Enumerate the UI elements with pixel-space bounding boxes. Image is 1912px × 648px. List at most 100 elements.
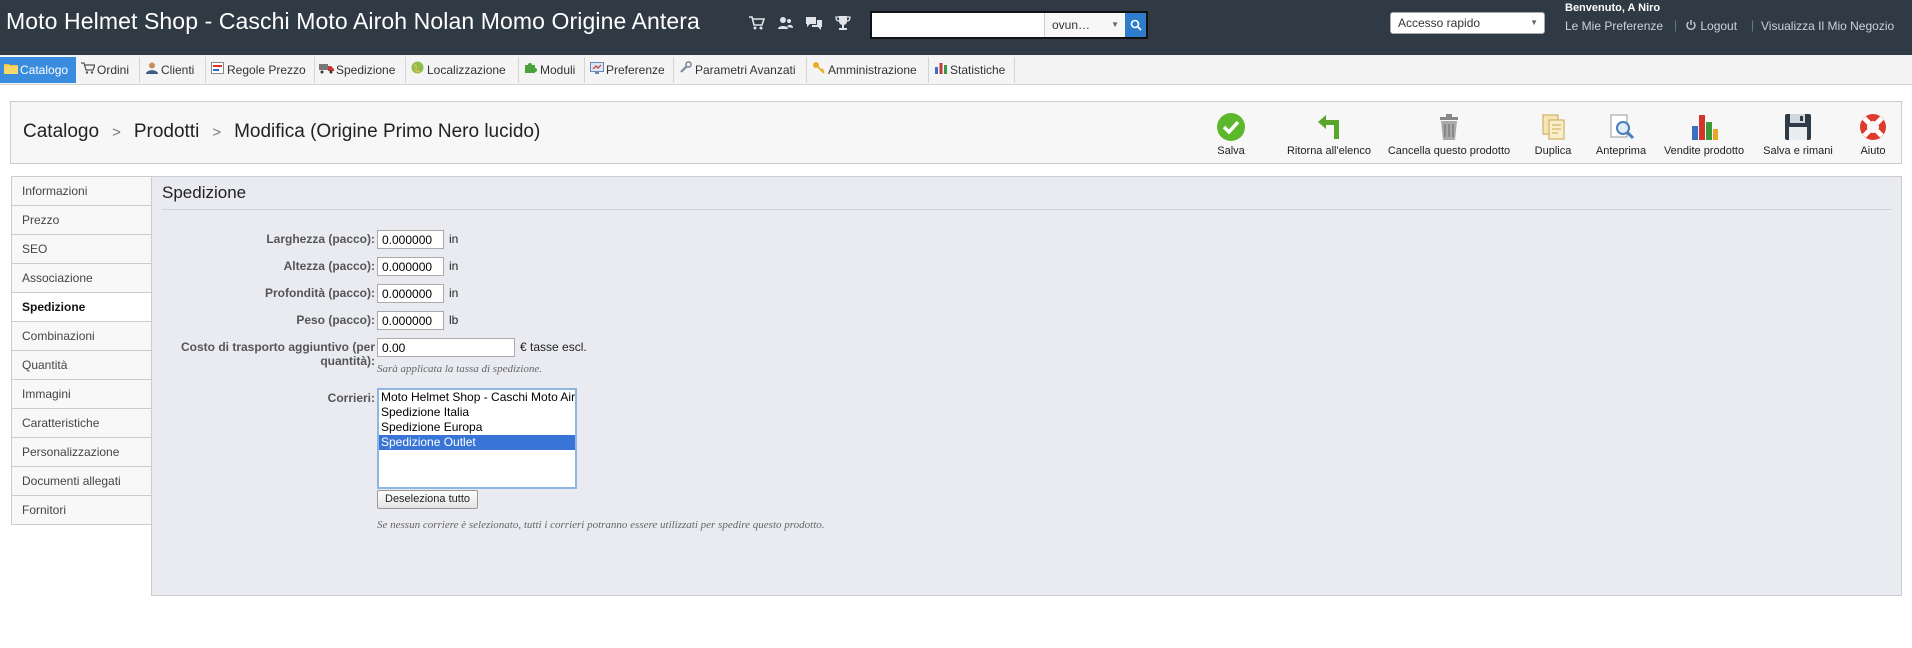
menu-item-label: Moduli	[540, 63, 576, 77]
menu-item-label: Statistiche	[950, 63, 1006, 77]
tab-combinazioni[interactable]: Combinazioni	[12, 322, 151, 351]
menu-item-moduli[interactable]: Moduli	[520, 57, 585, 83]
preview-button[interactable]: Anteprima	[1591, 112, 1651, 160]
search-input[interactable]	[874, 15, 1044, 35]
extra-cost-hint: Sarà applicata la tassa di spedizione.	[377, 363, 542, 375]
tab-immagini[interactable]: Immagini	[12, 380, 151, 409]
globe-icon	[410, 58, 425, 84]
menu-item-label: Catalogo	[20, 63, 69, 77]
delete-product-button[interactable]: Cancella questo prodotto	[1383, 112, 1515, 160]
depth-input[interactable]	[377, 284, 444, 303]
separator: |	[1674, 18, 1678, 32]
cart-icon	[80, 58, 96, 84]
view-shop-link[interactable]: Visualizza Il Mio Negozio	[1761, 19, 1894, 33]
menu-item-statistiche[interactable]: Statistiche	[930, 57, 1015, 83]
menu-item-spedizione[interactable]: Spedizione	[316, 57, 406, 83]
tab-personalizzazione[interactable]: Personalizzazione	[12, 438, 151, 467]
search-button[interactable]	[1125, 13, 1146, 37]
save-and-stay-button[interactable]: Salva e rimani	[1755, 112, 1841, 160]
menu-item-preferenze[interactable]: Preferenze	[586, 57, 674, 83]
preview-icon	[1606, 112, 1636, 142]
help-button[interactable]: Aiuto	[1851, 112, 1895, 160]
carriers-select[interactable]: Moto Helmet Shop - Caschi Moto Airoh Nol…	[377, 388, 577, 489]
menu-item-label: Parametri Avanzati	[695, 63, 796, 77]
puzzle-icon	[523, 58, 538, 84]
menu-item-regole-prezzo[interactable]: Regole Prezzo	[207, 57, 315, 83]
trash-icon	[1434, 112, 1464, 142]
check-icon	[1216, 112, 1246, 142]
logout-label: Logout	[1700, 19, 1738, 33]
duplicate-button[interactable]: Duplica	[1523, 112, 1583, 160]
menu-item-label: Ordini	[97, 63, 130, 77]
messages-icon[interactable]	[805, 14, 823, 32]
tab-prezzo[interactable]: Prezzo	[12, 206, 151, 235]
weight-unit: lb	[449, 313, 459, 327]
customers-icon[interactable]	[776, 14, 794, 32]
chevron-down-icon: ▼	[1111, 20, 1119, 29]
separator: |	[1751, 18, 1755, 32]
back-to-list-button[interactable]: Ritorna all'elenco	[1283, 112, 1375, 160]
tab-spedizione[interactable]: Spedizione	[12, 293, 151, 322]
tab-documenti-allegati[interactable]: Documenti allegati	[12, 467, 151, 496]
width-unit: in	[449, 232, 459, 246]
weight-input[interactable]	[377, 311, 444, 330]
my-preferences-link[interactable]: Le Mie Preferenze	[1565, 19, 1663, 33]
tab-associazione[interactable]: Associazione	[12, 264, 151, 293]
weight-label: Peso (pacco):	[296, 313, 375, 327]
key-icon	[811, 58, 826, 84]
menu-item-clienti[interactable]: Clienti	[141, 57, 206, 83]
search-box: ovun… ▼	[870, 11, 1148, 39]
sales-chart-icon	[1689, 112, 1719, 142]
floppy-icon	[1783, 112, 1813, 142]
welcome-text: Benvenuto, A Niro	[1565, 2, 1661, 14]
save-button[interactable]: Salva	[1207, 112, 1255, 160]
tab-quantita[interactable]: Quantità	[12, 351, 151, 380]
depth-unit: in	[449, 286, 459, 300]
search-icon	[1130, 19, 1142, 34]
height-unit: in	[449, 259, 459, 273]
back-arrow-icon	[1314, 112, 1344, 142]
breadcrumb-prodotti[interactable]: Prodotti	[134, 121, 199, 142]
carrier-option[interactable]: Spedizione Europa	[379, 420, 575, 435]
extra-cost-unit: € tasse escl.	[520, 340, 587, 354]
main-menu: Catalogo Ordini Clienti Regole Prezzo Sp…	[0, 55, 1912, 85]
tab-seo[interactable]: SEO	[12, 235, 151, 264]
shop-title[interactable]: Moto Helmet Shop - Caschi Moto Airoh Nol…	[6, 8, 700, 35]
deselect-all-button[interactable]: Deseleziona tutto	[377, 490, 478, 509]
tab-caratteristiche[interactable]: Caratteristiche	[12, 409, 151, 438]
tab-fornitori[interactable]: Fornitori	[12, 496, 151, 525]
menu-item-label: Clienti	[161, 63, 195, 77]
extra-cost-input[interactable]	[377, 338, 515, 357]
help-label: Aiuto	[1860, 145, 1886, 157]
menu-item-catalogo[interactable]: Catalogo	[0, 57, 76, 83]
product-sales-button[interactable]: Vendite prodotto	[1659, 112, 1749, 160]
duplicate-label: Duplica	[1534, 145, 1572, 157]
height-label: Altezza (pacco):	[283, 259, 375, 273]
carrier-option[interactable]: Moto Helmet Shop - Caschi Moto Airoh Nol…	[379, 390, 575, 405]
breadcrumb-catalogo[interactable]: Catalogo	[23, 121, 99, 142]
power-icon	[1685, 19, 1697, 31]
menu-item-amministrazione[interactable]: Amministrazione	[808, 57, 929, 83]
back-to-list-label: Ritorna all'elenco	[1286, 145, 1372, 157]
save-and-stay-label: Salva e rimani	[1763, 145, 1833, 157]
product-sales-label: Vendite prodotto	[1663, 145, 1745, 157]
menu-item-ordini[interactable]: Ordini	[77, 57, 140, 83]
search-scope-select[interactable]: ovun… ▼	[1044, 13, 1125, 37]
trophy-icon[interactable]	[834, 14, 852, 32]
carrier-option-selected[interactable]: Spedizione Outlet	[379, 435, 575, 450]
menu-item-localizzazione[interactable]: Localizzazione	[407, 57, 519, 83]
height-input[interactable]	[377, 257, 444, 276]
delete-product-label: Cancella questo prodotto	[1387, 145, 1511, 157]
quick-access-select[interactable]: Accesso rapido ▼	[1390, 12, 1545, 34]
price-rule-icon	[210, 58, 225, 84]
bar-chart-icon	[933, 58, 948, 84]
carrier-option[interactable]: Spedizione Italia	[379, 405, 575, 420]
logout-link[interactable]: Logout	[1685, 19, 1737, 33]
save-label: Salva	[1217, 145, 1245, 157]
cart-icon[interactable]	[748, 14, 766, 32]
menu-item-parametri-avanzati[interactable]: Parametri Avanzati	[675, 57, 807, 83]
width-input[interactable]	[377, 230, 444, 249]
page-toolbar: Catalogo > Prodotti > Modifica (Origine Prim…	[10, 101, 1902, 164]
breadcrumb-current: Modifica (Origine Primo Nero lucido)	[234, 121, 541, 142]
tab-informazioni[interactable]: Informazioni	[12, 177, 151, 206]
